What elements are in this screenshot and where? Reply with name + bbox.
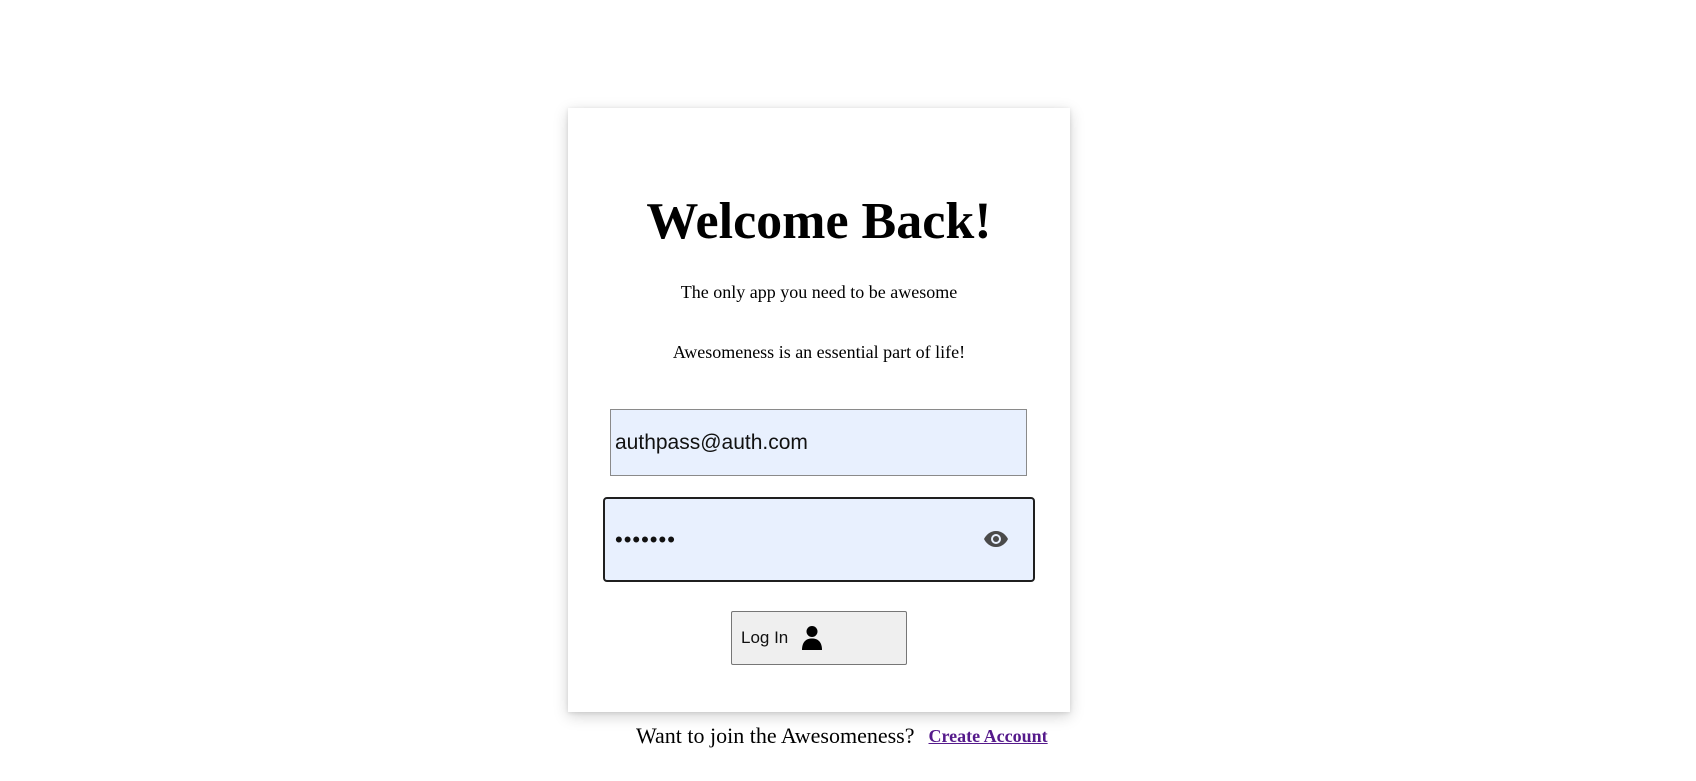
login-card: Welcome Back! The only app you need to b…: [568, 108, 1070, 712]
tagline-secondary: Awesomeness is an essential part of life…: [672, 342, 966, 362]
log-in-button-label: Log In: [741, 628, 789, 647]
email-field[interactable]: [610, 409, 1027, 476]
password-field[interactable]: [605, 499, 965, 580]
password-field-wrapper: [603, 497, 1035, 582]
user-icon: [801, 625, 823, 651]
eye-icon[interactable]: [981, 526, 1011, 552]
tagline: The only app you need to be awesome: [680, 282, 958, 302]
signup-prompt-text: Want to join the Awesomeness?: [636, 723, 915, 748]
create-account-link[interactable]: Create Account: [929, 726, 1048, 747]
log-in-button[interactable]: Log In: [731, 611, 907, 665]
page-title: Welcome Back!: [646, 193, 992, 250]
signup-prompt: Want to join the Awesomeness? Create Acc…: [636, 721, 1048, 751]
